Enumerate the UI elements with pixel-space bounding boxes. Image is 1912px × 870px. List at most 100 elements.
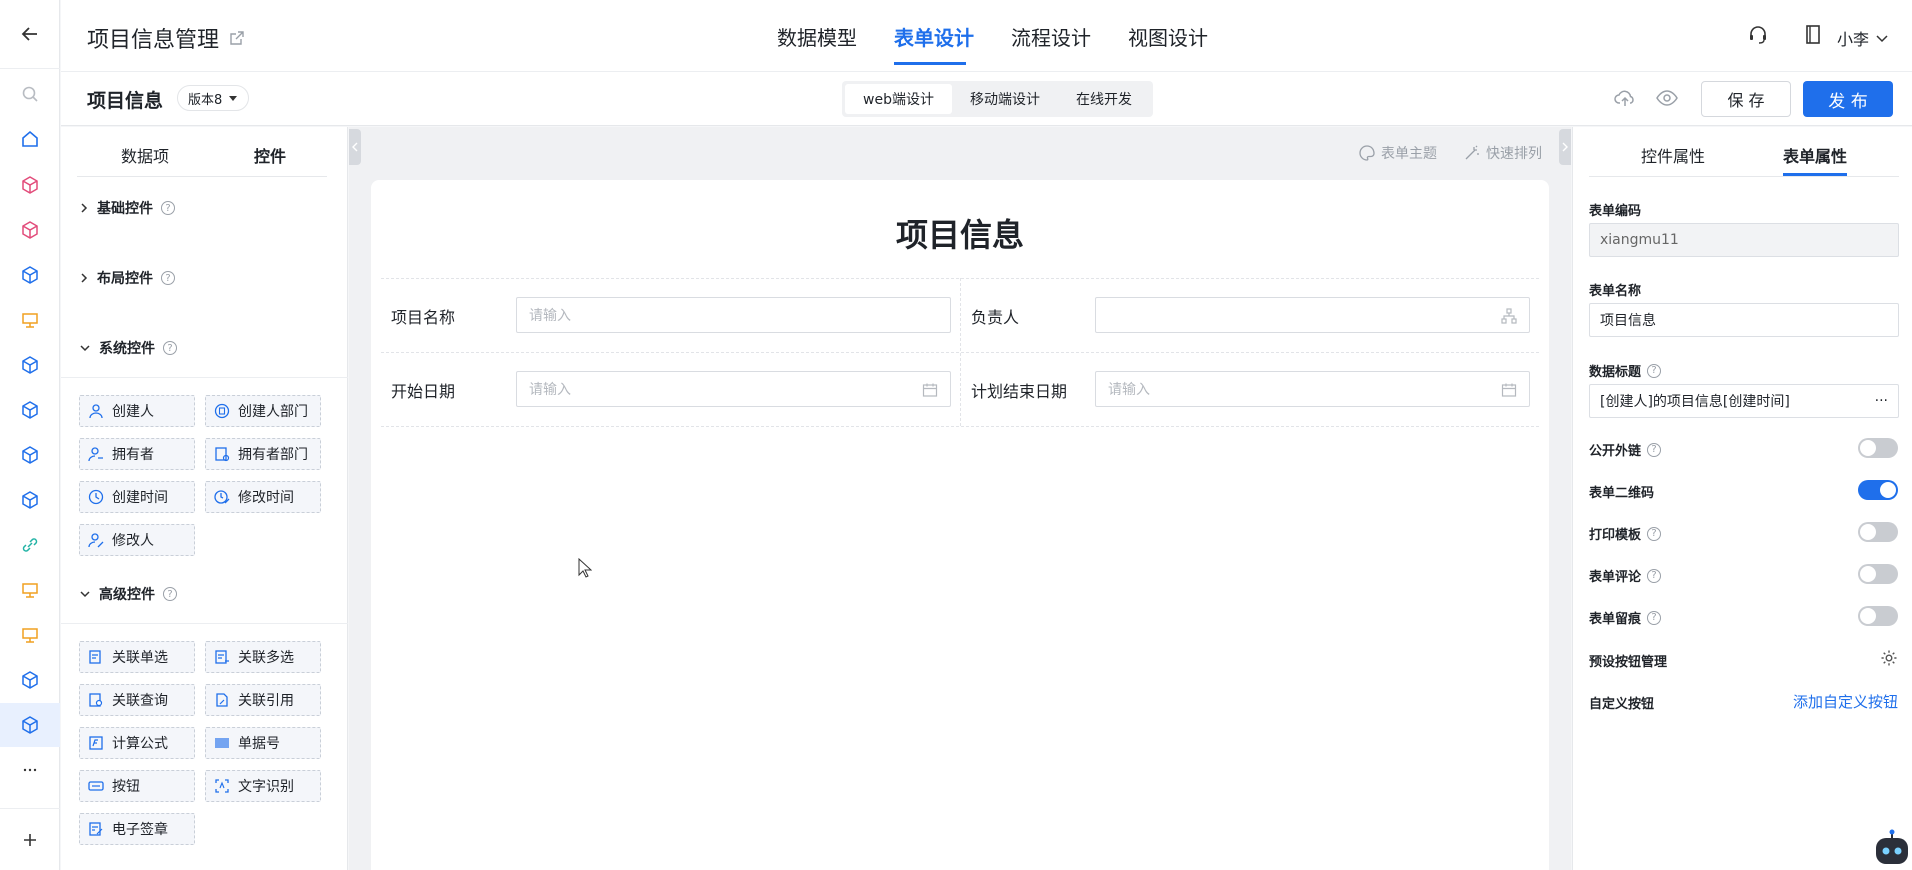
help-icon[interactable]: ? — [1647, 442, 1662, 457]
org-tree-icon — [1501, 308, 1517, 324]
help-icon[interactable]: ? — [1647, 526, 1662, 541]
magic-wand-icon — [1465, 145, 1479, 160]
collapse-left-handle[interactable] — [349, 129, 361, 165]
control-related-ref[interactable]: 关联引用 — [205, 684, 321, 716]
mode-web[interactable]: web端设计 — [845, 84, 952, 114]
version-label: 版本8 — [188, 92, 223, 108]
form-theme-tool[interactable]: 表单主题 — [1359, 143, 1437, 163]
external-link-icon[interactable] — [229, 30, 245, 46]
mode-online-dev[interactable]: 在线开发 — [1058, 84, 1150, 114]
home-icon[interactable] — [0, 117, 60, 161]
collapse-right-handle[interactable] — [1559, 129, 1571, 165]
section-basic-controls[interactable]: 基础控件 ? — [79, 198, 175, 218]
doc-search-icon — [89, 693, 103, 707]
cube-blue-icon[interactable] — [0, 433, 60, 477]
cube-blue-icon[interactable] — [0, 658, 60, 702]
link-teal-icon[interactable] — [0, 523, 60, 567]
headset-icon[interactable] — [1747, 24, 1769, 46]
help-icon[interactable]: ? — [161, 201, 175, 215]
tab-controls[interactable]: 控件 — [254, 143, 286, 167]
section-title: 高级控件 — [99, 587, 155, 603]
tab-data-model[interactable]: 数据模型 — [777, 22, 857, 51]
control-owner[interactable]: 拥有者 — [79, 438, 195, 470]
help-icon[interactable]: ? — [163, 341, 177, 355]
cube-blue-icon[interactable] — [0, 478, 60, 522]
control-ocr[interactable]: 文字识别 — [205, 770, 321, 802]
control-related-query[interactable]: 关联查询 — [79, 684, 195, 716]
project-name-input[interactable]: 请输入 — [516, 297, 951, 333]
add-custom-button-link[interactable]: 添加自定义按钮 — [1793, 691, 1898, 712]
help-icon[interactable]: ? — [1647, 568, 1662, 583]
owner-picker[interactable] — [1095, 297, 1530, 333]
section-layout-controls[interactable]: 布局控件 ? — [79, 268, 175, 288]
control-creator[interactable]: 创建人 — [79, 395, 195, 427]
quick-arrange-tool[interactable]: 快速排列 — [1464, 143, 1542, 163]
public-link-toggle[interactable] — [1858, 438, 1898, 458]
form-code-label: 表单编码 — [1589, 204, 1642, 219]
robot-assistant-icon[interactable] — [1872, 828, 1912, 870]
tab-form-design[interactable]: 表单设计 — [894, 22, 974, 51]
control-related-single[interactable]: 关联单选 — [79, 641, 195, 673]
cube-blue-icon[interactable] — [0, 388, 60, 432]
control-owner-dept[interactable]: 拥有者部门 — [205, 438, 321, 470]
tab-form-props[interactable]: 表单属性 — [1783, 143, 1847, 167]
control-related-multi[interactable]: 关联多选 — [205, 641, 321, 673]
help-icon[interactable]: ? — [163, 587, 177, 601]
app-title-text: 项目信息管理 — [87, 28, 220, 53]
control-label: 关联多选 — [238, 650, 294, 666]
tab-process-design[interactable]: 流程设计 — [1011, 22, 1091, 51]
back-arrow-icon[interactable] — [0, 12, 60, 56]
control-label: 文字识别 — [238, 779, 294, 795]
cube-blue-icon[interactable] — [0, 253, 60, 297]
help-icon[interactable]: ? — [1647, 363, 1662, 378]
cloud-upload-icon[interactable] — [1614, 88, 1636, 108]
control-modified-time[interactable]: 修改时间 — [205, 481, 321, 513]
help-icon[interactable]: ? — [1647, 610, 1662, 625]
cube-pink-icon[interactable] — [0, 163, 60, 207]
cube-active-icon[interactable] — [0, 703, 60, 747]
planned-end-date-input[interactable]: 请输入 — [1095, 371, 1530, 407]
print-template-toggle[interactable] — [1858, 522, 1898, 542]
mode-mobile[interactable]: 移动端设计 — [952, 84, 1058, 114]
form-trace-toggle[interactable] — [1858, 606, 1898, 626]
control-creator-dept[interactable]: 创建人部门 — [205, 395, 321, 427]
preview-eye-icon[interactable] — [1656, 89, 1678, 107]
form-name-input[interactable]: 项目信息 — [1589, 303, 1899, 337]
controls-panel: 数据项 控件 基础控件 ? 布局控件 ? 系统控件 ? 创建人 创建人部门 拥有… — [61, 127, 348, 870]
search-icon[interactable] — [0, 72, 60, 116]
control-modifier[interactable]: 修改人 — [79, 524, 195, 556]
qrcode-toggle[interactable] — [1858, 480, 1898, 500]
save-button[interactable]: 保 存 — [1701, 81, 1791, 117]
field-label-planned-end-date: 计划结束日期 — [971, 382, 1068, 401]
more-icon[interactable]: ··· — [1875, 393, 1888, 409]
owner-icon — [88, 447, 103, 462]
cube-pink-icon[interactable] — [0, 208, 60, 252]
control-created-time[interactable]: 创建时间 — [79, 481, 195, 513]
screen-orange-icon[interactable] — [0, 613, 60, 657]
control-formula[interactable]: 计算公式 — [79, 727, 195, 759]
book-icon[interactable] — [1803, 24, 1823, 46]
form-comment-toggle[interactable] — [1858, 564, 1898, 584]
user-menu[interactable]: 小李 — [1837, 26, 1889, 50]
screen-orange-icon[interactable] — [0, 298, 60, 342]
help-icon[interactable]: ? — [161, 271, 175, 285]
control-button[interactable]: 按钮 — [79, 770, 195, 802]
section-advanced-controls[interactable]: 高级控件 ? — [79, 584, 177, 604]
section-system-controls[interactable]: 系统控件 ? — [79, 338, 177, 358]
data-title-input[interactable]: [创建人]的项目信息[创建时间] ··· — [1589, 384, 1899, 418]
plus-icon[interactable] — [0, 818, 60, 862]
version-select[interactable]: 版本8 — [177, 85, 250, 111]
form-name-value: 项目信息 — [1600, 313, 1656, 329]
gear-icon[interactable] — [1880, 649, 1898, 667]
more-dots-icon[interactable] — [0, 748, 60, 792]
cube-blue-icon[interactable] — [0, 343, 60, 387]
control-e-signature[interactable]: 电子签章 — [79, 813, 195, 845]
publish-button[interactable]: 发 布 — [1803, 81, 1893, 117]
chevron-down-icon — [1876, 35, 1888, 43]
tab-data-items[interactable]: 数据项 — [121, 143, 169, 167]
tab-view-design[interactable]: 视图设计 — [1128, 22, 1208, 51]
start-date-input[interactable]: 请输入 — [516, 371, 951, 407]
tab-control-props[interactable]: 控件属性 — [1641, 143, 1705, 167]
control-doc-number[interactable]: 单据号 — [205, 727, 321, 759]
screen-orange-icon[interactable] — [0, 568, 60, 612]
